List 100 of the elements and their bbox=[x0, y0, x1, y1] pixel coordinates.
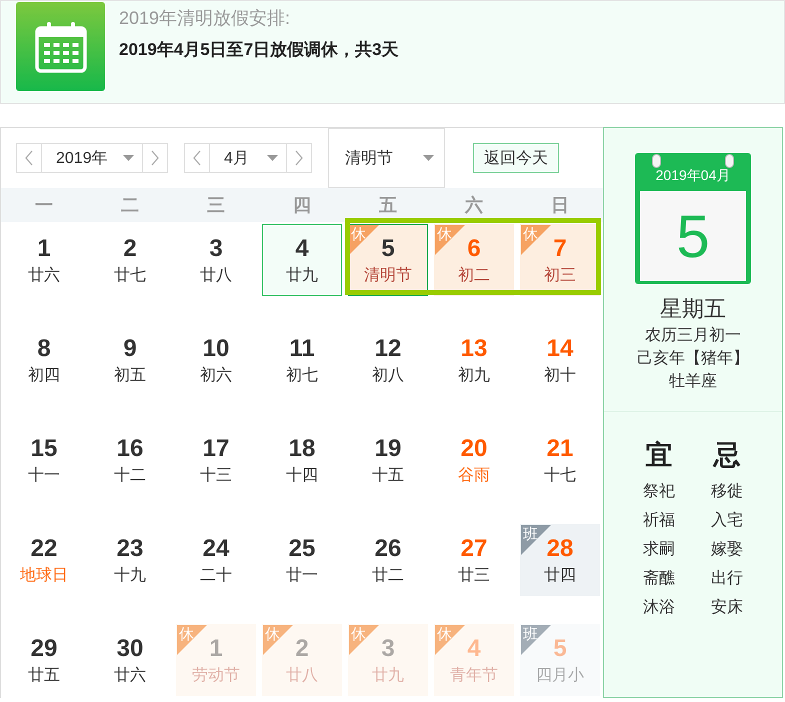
day-number: 1 bbox=[37, 234, 51, 262]
day-number: 25 bbox=[288, 534, 316, 562]
day-cell[interactable]: 11 初七 bbox=[262, 324, 342, 396]
tag-label: 班 bbox=[523, 626, 538, 644]
weekday-text: 星期五 bbox=[660, 295, 726, 323]
tag-label: 休 bbox=[351, 626, 366, 644]
day-number: 10 bbox=[202, 334, 230, 362]
day-cell[interactable]: 13 初九 bbox=[434, 324, 514, 396]
chevron-left-icon[interactable] bbox=[193, 150, 201, 166]
day-cell[interactable]: 1 廿六 bbox=[4, 224, 84, 296]
today-button[interactable]: 返回今天 bbox=[473, 143, 559, 173]
day-number: 8 bbox=[37, 334, 51, 362]
day-number: 17 bbox=[202, 434, 230, 462]
chevron-left-icon[interactable] bbox=[25, 150, 33, 166]
day-cell[interactable]: 22 地球日 bbox=[4, 524, 84, 596]
day-cell[interactable]: 休 5 清明节 bbox=[348, 224, 428, 296]
day-number: 13 bbox=[460, 334, 488, 362]
weekday-label: 三 bbox=[207, 194, 225, 217]
caret-icon bbox=[123, 155, 134, 161]
weekday-label: 二 bbox=[121, 194, 139, 217]
tag-label: 休 bbox=[437, 626, 452, 644]
festival-value: 清明节 bbox=[345, 148, 393, 168]
lunar-date: 劳动节 bbox=[192, 666, 240, 686]
day-cell[interactable]: 14 初十 bbox=[520, 324, 600, 396]
day-cell[interactable]: 27 廿三 bbox=[434, 524, 514, 596]
day-number: 4 bbox=[295, 234, 309, 262]
day-number: 24 bbox=[202, 534, 230, 562]
day-cell[interactable]: 26 廿二 bbox=[348, 524, 428, 596]
day-cell[interactable]: 16 十二 bbox=[90, 424, 170, 496]
day-number: 29 bbox=[30, 634, 58, 662]
day-cell[interactable]: 19 十五 bbox=[348, 424, 428, 496]
lunar-date: 初九 bbox=[458, 366, 490, 386]
lunar-date: 廿三 bbox=[458, 566, 490, 586]
day-cell[interactable]: 30 廿六 bbox=[90, 624, 170, 696]
year-select[interactable]: 2019年 bbox=[16, 143, 168, 173]
day-cell[interactable]: 12 初八 bbox=[348, 324, 428, 396]
weekday-label: 一 bbox=[35, 194, 53, 217]
tag-label: 休 bbox=[351, 226, 366, 244]
lunar-date: 初五 bbox=[114, 366, 146, 386]
day-number: 5 bbox=[553, 634, 567, 662]
lunar-date: 初二 bbox=[458, 266, 490, 286]
lunar-date: 初四 bbox=[28, 366, 60, 386]
year-text: 己亥年【猪年】 bbox=[637, 348, 749, 369]
lunar-date: 初三 bbox=[544, 266, 576, 286]
day-cell[interactable]: 18 十四 bbox=[262, 424, 342, 496]
lunar-date: 廿二 bbox=[372, 566, 404, 586]
caret-icon bbox=[267, 155, 278, 161]
chevron-right-icon[interactable] bbox=[295, 150, 303, 166]
lunar-date: 四月小 bbox=[536, 666, 584, 686]
almanac-item: 入宅 bbox=[711, 510, 743, 531]
lunar-date: 十五 bbox=[372, 466, 404, 486]
tag-label: 休 bbox=[265, 626, 280, 644]
banner-title: 2019年清明放假安排: bbox=[119, 7, 292, 30]
day-cell[interactable]: 25 廿一 bbox=[262, 524, 342, 596]
day-cell[interactable]: 3 廿八 bbox=[176, 224, 256, 296]
month-value: 4月 bbox=[224, 148, 249, 168]
day-number: 20 bbox=[460, 434, 488, 462]
day-cell[interactable]: 17 十三 bbox=[176, 424, 256, 496]
day-cell[interactable]: 29 廿五 bbox=[4, 624, 84, 696]
day-cell[interactable]: 15 十一 bbox=[4, 424, 84, 496]
day-cell[interactable]: 10 初六 bbox=[176, 324, 256, 396]
banner-summary: 2019年4月5日至7日放假调休，共3天 bbox=[119, 39, 399, 61]
day-number: 4 bbox=[467, 634, 481, 662]
day-number: 27 bbox=[460, 534, 488, 562]
lunar-date: 清明节 bbox=[364, 266, 412, 286]
day-cell[interactable]: 23 十九 bbox=[90, 524, 170, 596]
day-cell[interactable]: 9 初五 bbox=[90, 324, 170, 396]
weekday-label: 五 bbox=[379, 194, 397, 217]
weekday-label: 六 bbox=[465, 194, 483, 217]
binder-ring-icon bbox=[725, 154, 734, 168]
tag-label: 休 bbox=[437, 226, 452, 244]
almanac-item: 嫁娶 bbox=[711, 540, 743, 560]
lunar-date: 初八 bbox=[372, 366, 404, 386]
month-select[interactable]: 4月 bbox=[184, 143, 312, 173]
caret-icon bbox=[423, 155, 434, 161]
day-number: 9 bbox=[123, 334, 137, 362]
day-number: 2 bbox=[123, 234, 137, 262]
day-cell[interactable]: 休 6 初二 bbox=[434, 224, 514, 296]
almanac-item: 求嗣 bbox=[643, 540, 675, 560]
day-cell[interactable]: 24 二十 bbox=[176, 524, 256, 596]
lunar-date: 十七 bbox=[544, 466, 576, 486]
day-cell[interactable]: 4 廿九 bbox=[262, 224, 342, 296]
lunar-date: 廿四 bbox=[544, 566, 576, 586]
day-number: 21 bbox=[546, 434, 574, 462]
tag-label: 班 bbox=[523, 526, 538, 544]
almanac-title: 忌 bbox=[714, 439, 740, 472]
day-cell[interactable]: 班 28 廿四 bbox=[520, 524, 600, 596]
day-cell[interactable]: 2 廿七 bbox=[90, 224, 170, 296]
lunar-date: 廿八 bbox=[200, 266, 232, 286]
day-cell[interactable]: 8 初四 bbox=[4, 324, 84, 396]
day-cell[interactable]: 21 十七 bbox=[520, 424, 600, 496]
day-number: 3 bbox=[209, 234, 223, 262]
festival-select[interactable]: 清明节 bbox=[328, 128, 445, 188]
day-number: 26 bbox=[374, 534, 402, 562]
chevron-right-icon[interactable] bbox=[151, 150, 159, 166]
lunar-date: 廿六 bbox=[28, 266, 60, 286]
lunar-text: 农历三月初一 bbox=[645, 326, 741, 346]
day-number: 1 bbox=[209, 634, 223, 662]
lunar-date: 初十 bbox=[544, 366, 576, 386]
day-number: 23 bbox=[116, 534, 144, 562]
